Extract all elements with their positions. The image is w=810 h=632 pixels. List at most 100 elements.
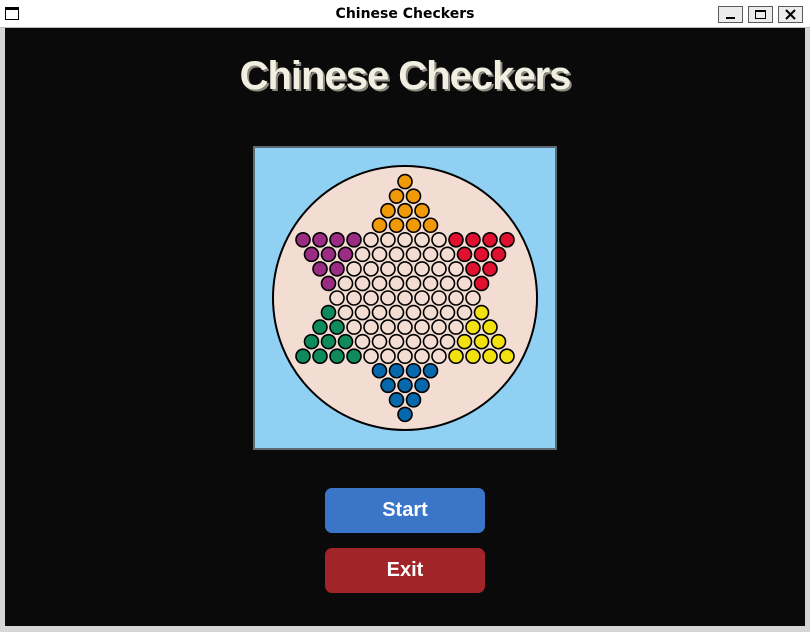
board-hole[interactable] [397, 348, 413, 364]
board-hole[interactable] [465, 290, 481, 306]
board-hole[interactable] [414, 290, 430, 306]
board-hole[interactable] [388, 246, 405, 263]
board-hole[interactable] [397, 290, 413, 306]
marble-top-left[interactable] [303, 246, 320, 263]
marble-top-left[interactable] [320, 275, 337, 292]
marble-bottom-right[interactable] [482, 348, 498, 364]
board-hole[interactable] [414, 348, 430, 364]
board-hole[interactable] [329, 290, 345, 306]
marble-bottom-right[interactable] [499, 348, 515, 364]
marble-top-right[interactable] [482, 261, 498, 277]
marble-bottom[interactable] [414, 377, 430, 394]
board-hole[interactable] [363, 232, 379, 248]
board-hole[interactable] [397, 319, 413, 335]
marble-top[interactable] [414, 202, 430, 219]
marble-top-left[interactable] [312, 261, 328, 277]
marble-top-right[interactable] [465, 232, 481, 248]
board-hole[interactable] [405, 275, 422, 292]
marble-bottom-right[interactable] [465, 319, 481, 335]
board-hole[interactable] [380, 290, 396, 306]
marble-top-right[interactable] [448, 232, 464, 248]
board-hole[interactable] [346, 261, 362, 277]
board-hole[interactable] [371, 333, 388, 350]
board-hole[interactable] [388, 275, 405, 292]
start-button[interactable]: Start [325, 488, 485, 533]
board-hole[interactable] [354, 246, 371, 263]
board-hole[interactable] [337, 304, 354, 321]
marble-top[interactable] [397, 202, 413, 219]
board-hole[interactable] [337, 275, 354, 292]
board-canvas[interactable] [255, 148, 555, 448]
board-hole[interactable] [405, 304, 422, 321]
board-hole[interactable] [371, 275, 388, 292]
marble-bottom-left[interactable] [312, 319, 328, 335]
board-hole[interactable] [448, 319, 464, 335]
marble-top[interactable] [422, 217, 439, 234]
board-hole[interactable] [405, 246, 422, 263]
board-hole[interactable] [363, 290, 379, 306]
marble-bottom[interactable] [371, 362, 388, 379]
marble-top-left[interactable] [295, 232, 311, 248]
board-hole[interactable] [422, 246, 439, 263]
board-hole[interactable] [405, 333, 422, 350]
marble-top-left[interactable] [329, 261, 345, 277]
marble-top[interactable] [405, 188, 422, 204]
marble-bottom-right[interactable] [465, 348, 481, 364]
marble-top-right[interactable] [490, 246, 507, 263]
marble-top[interactable] [388, 217, 405, 234]
close-icon[interactable] [778, 6, 803, 23]
board-hole[interactable] [354, 304, 371, 321]
minimize-icon[interactable] [718, 6, 743, 23]
marble-bottom-left[interactable] [320, 333, 337, 350]
board-hole[interactable] [422, 275, 439, 292]
board-hole[interactable] [448, 261, 464, 277]
marble-top-right[interactable] [473, 246, 490, 263]
board-hole[interactable] [388, 304, 405, 321]
marble-top[interactable] [380, 202, 396, 219]
marble-bottom-left[interactable] [337, 333, 354, 350]
board-hole[interactable] [431, 232, 447, 248]
marble-bottom[interactable] [422, 362, 439, 379]
marble-bottom[interactable] [397, 406, 413, 423]
board-hole[interactable] [363, 261, 379, 277]
marble-top-right[interactable] [473, 275, 490, 292]
marble-top-right[interactable] [499, 232, 515, 248]
marble-bottom[interactable] [405, 362, 422, 379]
marble-bottom-left[interactable] [303, 333, 320, 350]
game-board[interactable] [253, 146, 557, 450]
marble-bottom-right[interactable] [473, 304, 490, 321]
board-hole[interactable] [456, 304, 473, 321]
board-hole[interactable] [346, 319, 362, 335]
board-hole[interactable] [439, 304, 456, 321]
marble-top-right[interactable] [465, 261, 481, 277]
board-hole[interactable] [448, 290, 464, 306]
board-hole[interactable] [380, 261, 396, 277]
marble-top-left[interactable] [329, 232, 345, 248]
marble-top-right[interactable] [482, 232, 498, 248]
board-hole[interactable] [414, 261, 430, 277]
marble-bottom-left[interactable] [329, 319, 345, 335]
board-hole[interactable] [414, 319, 430, 335]
marble-bottom-right[interactable] [448, 348, 464, 364]
marble-top-right[interactable] [456, 246, 473, 263]
marble-bottom[interactable] [405, 392, 422, 408]
board-hole[interactable] [456, 275, 473, 292]
marble-top-left[interactable] [312, 232, 328, 248]
maximize-icon[interactable] [748, 6, 773, 23]
board-hole[interactable] [371, 246, 388, 263]
board-hole[interactable] [380, 348, 396, 364]
board-hole[interactable] [354, 333, 371, 350]
board-hole[interactable] [431, 348, 447, 364]
board-hole[interactable] [388, 333, 405, 350]
marble-bottom-right[interactable] [473, 333, 490, 350]
marble-bottom[interactable] [397, 377, 413, 394]
exit-button[interactable]: Exit [325, 548, 485, 593]
board-hole[interactable] [346, 290, 362, 306]
marble-top[interactable] [397, 173, 413, 190]
marble-bottom-left[interactable] [295, 348, 311, 364]
marble-bottom-left[interactable] [329, 348, 345, 364]
marble-bottom[interactable] [388, 362, 405, 379]
marble-top-left[interactable] [337, 246, 354, 263]
marble-top[interactable] [371, 217, 388, 234]
marble-bottom-left[interactable] [312, 348, 328, 364]
